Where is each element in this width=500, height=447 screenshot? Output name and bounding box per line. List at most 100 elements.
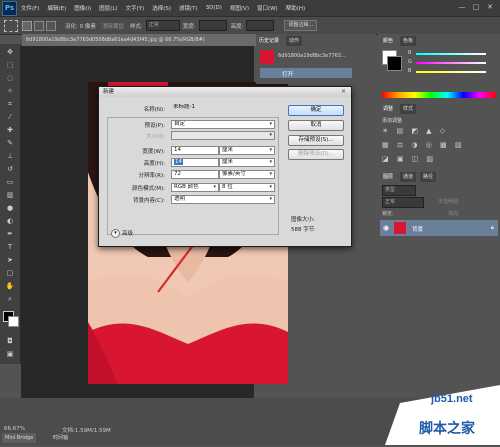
channel-b-slider[interactable] — [416, 71, 486, 73]
menu-3d[interactable]: 3D(D) — [206, 5, 222, 11]
color-mode-select[interactable]: RGB 颜色 ▾ — [171, 183, 219, 192]
tab-history[interactable]: 历史记录 — [256, 36, 283, 46]
menu-layer[interactable]: 图层(L) — [99, 4, 117, 12]
tab-adjustments[interactable]: 调整 — [380, 104, 397, 114]
minimize-button[interactable]: — — [456, 2, 468, 12]
menu-filter[interactable]: 滤镜(T) — [179, 4, 198, 12]
brush-tool-icon[interactable]: ✎ — [3, 138, 17, 148]
menu-type[interactable]: 文字(Y) — [126, 4, 145, 12]
new-selection-icon[interactable] — [22, 20, 32, 31]
resolution-unit-select[interactable]: 像素/英寸 ▾ — [219, 170, 275, 179]
width-input[interactable] — [198, 20, 227, 31]
height-input[interactable]: 14 — [171, 158, 219, 167]
advanced-label[interactable]: 高级 — [122, 229, 133, 237]
gradient-tool-icon[interactable]: ▥ — [3, 190, 17, 200]
screen-mode-icon[interactable]: ▣ — [3, 349, 17, 359]
delete-preset-button[interactable]: 删除预设(D)... — [288, 149, 344, 160]
subtract-selection-icon[interactable] — [46, 20, 56, 31]
background-select[interactable]: 透明 ▾ — [171, 195, 275, 204]
marquee-tool-icon[interactable]: ⬚ — [3, 60, 17, 70]
close-window-button[interactable]: ✕ — [484, 2, 496, 12]
menu-view[interactable]: 视图(V) — [230, 4, 249, 12]
history-state-row[interactable]: 打开 — [260, 68, 352, 78]
hand-tool-icon[interactable]: ✋ — [3, 281, 17, 291]
layer-row-background[interactable]: ◉ 背景 🔒︎ — [380, 220, 498, 236]
menu-window[interactable]: 窗口(W) — [257, 4, 278, 12]
maximize-button[interactable]: □ — [470, 2, 482, 12]
eyedropper-icon[interactable]: ⁄ — [3, 112, 17, 122]
menu-file[interactable]: 文件(F) — [21, 4, 39, 12]
type-tool-icon[interactable]: T — [3, 242, 17, 252]
snapshot-name[interactable]: 6d91800a19d8bc3e7763... — [278, 53, 346, 59]
size-label: 大小(I): — [146, 134, 165, 140]
quick-mask-icon[interactable]: ◘ — [3, 336, 17, 346]
tab-styles[interactable]: 样式 — [400, 104, 417, 114]
refine-edge-button[interactable]: 调整边缘... — [284, 20, 318, 31]
dialog-close-button[interactable]: ✕ — [341, 88, 349, 96]
height-unit-select[interactable]: 厘米 ▾ — [219, 158, 275, 167]
lasso-tool-icon[interactable]: ◌ — [3, 73, 17, 83]
menu-image[interactable]: 图像(I) — [74, 4, 91, 12]
tab-timeline[interactable]: 时间轴 — [50, 433, 71, 443]
name-field[interactable]: 未标题-1 — [171, 104, 278, 111]
blur-tool-icon[interactable]: ● — [3, 203, 17, 213]
tab-swatches[interactable]: 色板 — [400, 36, 417, 46]
ok-button[interactable]: 确定 — [288, 105, 344, 116]
tab-actions[interactable]: 动作 — [286, 36, 303, 46]
dodge-tool-icon[interactable]: ◐ — [3, 216, 17, 226]
document-tab[interactable]: 6d91800a19d8bc3e7763d0508d8a61ea4d43f45.… — [22, 34, 256, 46]
height-unit: 厘米 — [222, 159, 234, 165]
dialog-title-bar[interactable]: 新建 ✕ — [99, 87, 351, 97]
adjustment-icons-row-1[interactable]: ☀ ▤ ◩ ▲ ◇ — [382, 127, 492, 135]
zoom-tool-icon[interactable]: ⌕ — [3, 294, 17, 304]
eye-icon[interactable]: ◉ — [383, 224, 389, 232]
add-selection-icon[interactable] — [34, 20, 44, 31]
resolution-input[interactable]: 72 — [171, 170, 219, 179]
menu-select[interactable]: 选择(S) — [152, 4, 171, 12]
pen-tool-icon[interactable]: ✒ — [3, 229, 17, 239]
width-unit-select[interactable]: 厘米 ▾ — [219, 146, 275, 155]
antialias-label[interactable]: 消除锯齿 — [102, 22, 124, 30]
tab-channels[interactable]: 通道 — [400, 172, 417, 182]
width-input[interactable]: 14 — [171, 146, 219, 155]
tab-color[interactable]: 颜色 — [380, 36, 397, 46]
blend-mode-select[interactable]: 正常 — [382, 197, 424, 208]
cancel-button[interactable]: 取消 — [288, 120, 344, 131]
channel-g-slider[interactable] — [416, 62, 486, 64]
preset-select[interactable]: 自定 ▾ — [171, 120, 275, 129]
magic-wand-icon[interactable]: ✧ — [3, 86, 17, 96]
zoom-level[interactable]: 66.67% — [4, 426, 25, 432]
tab-layers[interactable]: 图层 — [380, 172, 397, 182]
clone-stamp-icon[interactable]: ⊥ — [3, 151, 17, 161]
color-mode-label: 颜色模式(M): — [132, 186, 165, 192]
bg-swatch[interactable] — [387, 56, 402, 71]
channel-r-slider[interactable] — [416, 53, 486, 55]
adjustment-icons-row-3[interactable]: ◪ ▣ ◫ ▨ — [382, 155, 492, 163]
history-brush-icon[interactable]: ↺ — [3, 164, 17, 174]
move-tool-icon[interactable]: ✥ — [3, 47, 17, 57]
menu-edit[interactable]: 编辑(E) — [47, 4, 66, 12]
fill-label: 填充: — [448, 211, 460, 217]
marquee-tool-icon[interactable] — [4, 19, 18, 32]
chevron-down-icon: ▾ — [269, 184, 272, 190]
healing-brush-icon[interactable]: ✚ — [3, 125, 17, 135]
color-spectrum-bar[interactable] — [382, 92, 496, 98]
tab-mini-bridge[interactable]: Mini Bridge — [2, 433, 37, 443]
height-input[interactable] — [246, 20, 275, 31]
eraser-icon[interactable]: ▭ — [3, 177, 17, 187]
size-select[interactable]: ▾ — [171, 131, 275, 140]
bit-depth-select[interactable]: 8 位 ▾ — [219, 183, 275, 192]
save-preset-button[interactable]: 存储预设(S)... — [288, 135, 344, 146]
tab-paths[interactable]: 路径 — [420, 172, 437, 182]
background-color-swatch[interactable] — [8, 316, 19, 327]
crop-tool-icon[interactable]: ⌗ — [3, 99, 17, 109]
shape-tool-icon[interactable]: ▢ — [3, 268, 17, 278]
menu-help[interactable]: 帮助(H) — [286, 4, 305, 12]
path-selection-icon[interactable]: ➤ — [3, 255, 17, 265]
chevron-down-icon: ▾ — [269, 132, 272, 138]
expand-advanced-icon[interactable]: ▾ — [111, 229, 120, 238]
style-select[interactable]: 正常 — [145, 20, 180, 31]
adjustment-icons-row-2[interactable]: ▦ ⚖ ◑ ◎ ▩ ▧ — [382, 141, 492, 149]
background-value: 透明 — [174, 196, 186, 202]
layer-kind-filter[interactable]: 类型 — [382, 185, 416, 196]
